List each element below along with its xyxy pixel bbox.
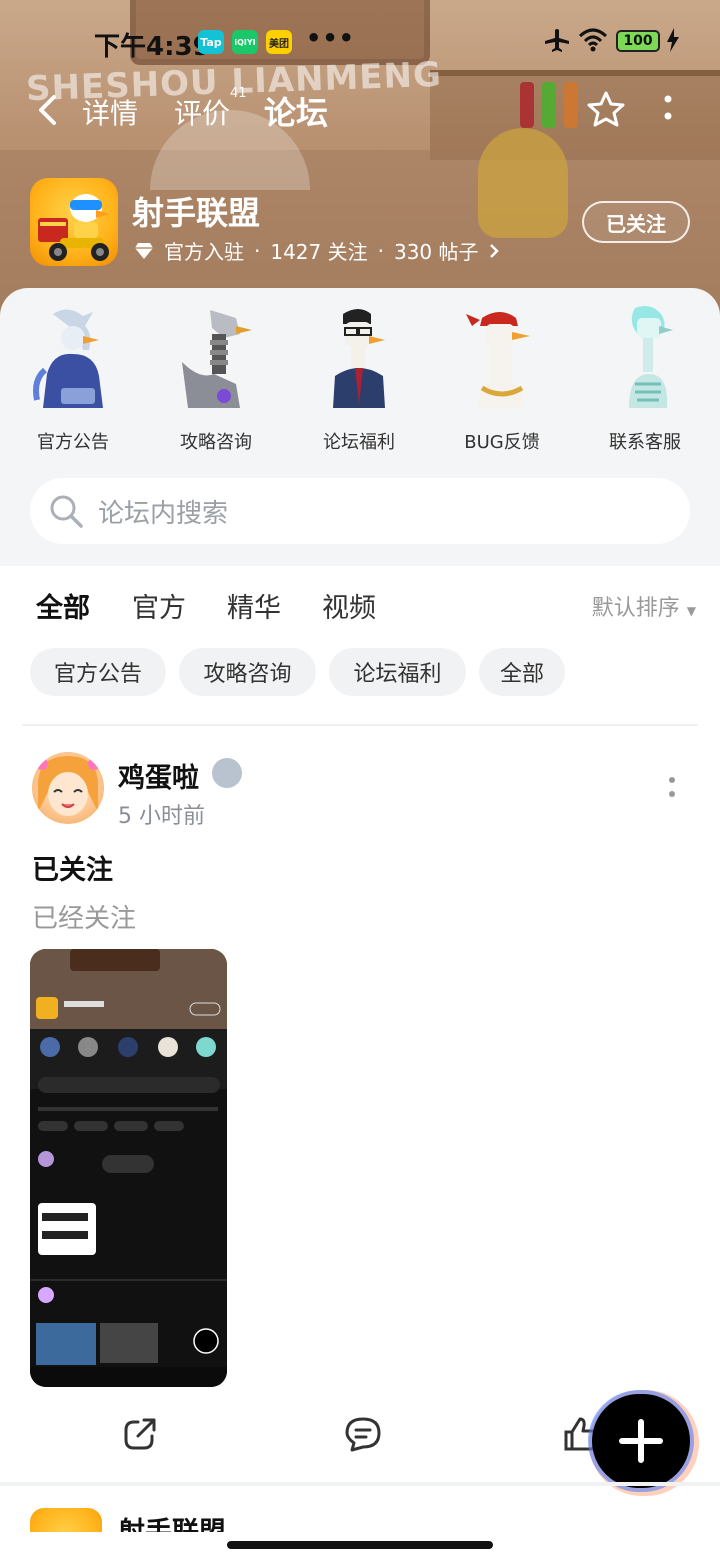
tab-video[interactable]: 视频 <box>322 586 376 625</box>
comment-icon[interactable] <box>344 1416 382 1452</box>
post-image-thumbnail[interactable] <box>30 949 227 1387</box>
game-title: 射手联盟 <box>132 194 261 232</box>
verified-badge-icon <box>212 758 242 788</box>
chevron-right-icon <box>489 243 499 258</box>
battery-indicator: 100 <box>616 30 660 52</box>
official-label: 官方入驻 <box>164 240 244 264</box>
review-count-badge: 41 <box>230 86 247 101</box>
more-notifications-icon: ••• <box>306 24 356 52</box>
meta-separator: · <box>377 238 384 263</box>
status-bar: 下午4:39 Tap iQIYI 美团 ••• 100 <box>0 22 720 62</box>
share-icon[interactable] <box>122 1416 158 1452</box>
category-label: 攻略咨询 <box>180 432 252 453</box>
category-label: 联系客服 <box>609 432 681 453</box>
post-author[interactable]: 鸡蛋啦 <box>118 756 199 795</box>
goose-ghost-icon <box>595 304 695 414</box>
home-indicator[interactable] <box>227 1541 493 1549</box>
forum-tabs: 全部 官方 精华 视频 默认排序 ▼ <box>0 566 720 636</box>
tab-all[interactable]: 全部 <box>36 586 90 629</box>
section-divider <box>22 724 698 726</box>
post-timestamp: 5 小时前 <box>118 804 205 829</box>
chip-forum-benefits[interactable]: 论坛福利 <box>329 648 466 696</box>
top-nav: 详情 评价 41 论坛 <box>0 80 720 140</box>
post-count: 330 帖子 <box>393 240 479 264</box>
goose-agent-icon <box>309 304 409 414</box>
caret-down-icon: ▼ <box>686 604 696 618</box>
tab-featured[interactable]: 精华 <box>227 586 281 625</box>
search-input[interactable]: 论坛内搜索 <box>98 493 228 530</box>
diamond-icon <box>135 242 153 259</box>
sort-label: 默认排序 <box>591 596 680 621</box>
plus-icon <box>619 1419 663 1463</box>
category-label: 论坛福利 <box>323 432 395 453</box>
filter-chips: 官方公告 攻略咨询 论坛福利 全部 <box>0 648 720 698</box>
category-contact-support[interactable]: 联系客服 <box>575 304 715 454</box>
wifi-icon <box>578 28 608 52</box>
goose-knight-icon <box>23 304 123 414</box>
chip-guide-consulting[interactable]: 攻略咨询 <box>179 648 316 696</box>
tab-reviews[interactable]: 评价 <box>174 92 230 132</box>
status-time: 下午4:39 <box>94 32 211 62</box>
category-bug-feedback[interactable]: BUG反馈 <box>432 304 572 454</box>
sort-dropdown[interactable]: 默认排序 ▼ <box>592 590 696 622</box>
tap-app-icon: Tap <box>198 30 224 54</box>
follow-button[interactable]: 已关注 <box>582 201 690 243</box>
search-icon <box>50 495 83 528</box>
follower-count: 1427 关注 <box>270 240 368 264</box>
charging-icon <box>667 28 679 52</box>
create-post-button[interactable] <box>592 1394 690 1488</box>
post-more-icon[interactable] <box>664 776 680 800</box>
back-arrow-icon[interactable] <box>36 94 60 126</box>
category-guide-consulting[interactable]: 攻略咨询 <box>146 304 286 454</box>
tab-forum[interactable]: 论坛 <box>259 88 333 138</box>
airplane-mode-icon <box>545 29 569 52</box>
category-official-announcement[interactable]: 官方公告 <box>3 304 143 454</box>
avatar[interactable] <box>32 752 104 824</box>
meta-separator: · <box>254 238 261 263</box>
meituan-app-icon: 美团 <box>266 30 292 54</box>
tab-official[interactable]: 官方 <box>132 586 186 625</box>
category-label: BUG反馈 <box>464 432 540 453</box>
forum-search-bar[interactable]: 论坛内搜索 <box>30 478 690 544</box>
chip-all[interactable]: 全部 <box>479 648 565 696</box>
goose-robot-icon <box>166 304 266 414</box>
post-body[interactable]: 已经关注 <box>32 898 136 935</box>
tab-details[interactable]: 详情 <box>82 92 138 132</box>
banner-duck-art <box>478 128 568 238</box>
category-panel: 官方公告 攻略咨询 论坛福利 BUG反馈 联系客服 论坛内搜索 <box>0 288 720 566</box>
category-forum-benefits[interactable]: 论坛福利 <box>289 304 429 454</box>
game-icon[interactable] <box>30 178 118 266</box>
post-divider <box>0 1482 720 1486</box>
category-label: 官方公告 <box>37 432 109 453</box>
game-meta[interactable]: 官方入驻 · 1427 关注 · 330 帖子 <box>134 236 499 265</box>
chip-official-announcement[interactable]: 官方公告 <box>30 648 166 696</box>
post-title[interactable]: 已关注 <box>32 848 113 887</box>
more-options-icon[interactable] <box>662 94 674 124</box>
iqiyi-app-icon: iQIYI <box>232 30 258 54</box>
goose-bandana-icon <box>452 304 552 414</box>
favorite-star-icon[interactable] <box>586 90 626 130</box>
